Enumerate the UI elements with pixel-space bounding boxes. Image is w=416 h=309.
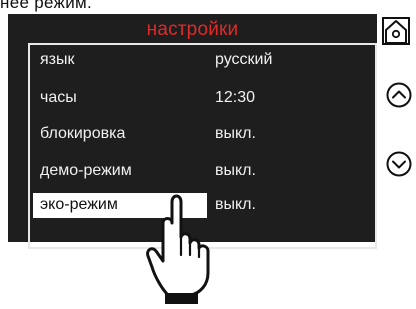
hand-pointer-icon (146, 193, 212, 309)
menu-item-value: выкл. (215, 196, 256, 213)
menu-item-label: блокировка (40, 125, 126, 142)
menu-item-label: эко-режим (40, 196, 118, 213)
menu-item-value: выкл. (215, 125, 256, 142)
menu-item-label: часы (40, 89, 77, 106)
chevron-down-icon (386, 151, 412, 177)
menu-item-label: демо-режим (40, 162, 132, 179)
menu-item-language[interactable]: язык русский (30, 45, 375, 79)
home-button[interactable] (382, 17, 410, 50)
menu-item-value: 12:30 (215, 89, 256, 106)
scroll-up-button[interactable] (386, 82, 412, 113)
menu-item-label: язык (40, 51, 75, 68)
menu-item-demo-mode[interactable]: демо-режим выкл. (30, 156, 375, 190)
menu-item-lock[interactable]: блокировка выкл. (30, 119, 375, 153)
menu-item-value: выкл. (215, 162, 256, 179)
menu-item-value: русский (215, 51, 273, 68)
screen-title: настройки (146, 19, 239, 40)
menu-item-clock[interactable]: часы 12:30 (30, 83, 375, 117)
chevron-up-icon (386, 82, 412, 108)
cropped-caption-text: нее режим. (0, 0, 93, 12)
scroll-down-button[interactable] (386, 151, 412, 182)
home-icon (382, 17, 410, 45)
